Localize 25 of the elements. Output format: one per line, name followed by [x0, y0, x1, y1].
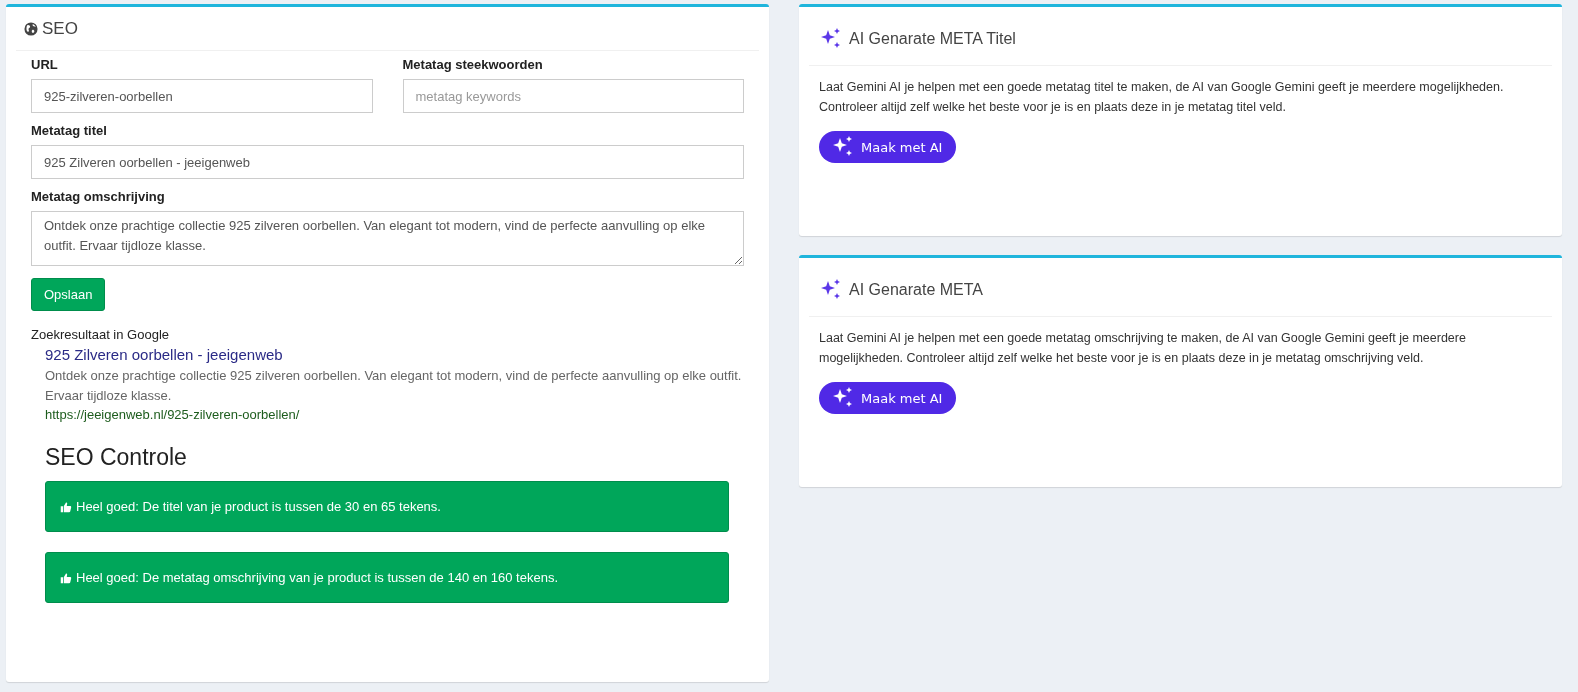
panel-title: AI Genarate META	[849, 281, 983, 299]
result-description: Ontdek onze prachtige collectie 925 zilveren oorbellen. Van elegant tot modern, vind de perfecte aanvulling op elke outfit. Ervaar tijdloze klasse.	[45, 367, 743, 405]
preview-heading: Zoekresultaat in Google	[31, 327, 171, 342]
generate-button[interactable]: Maak met AI	[819, 382, 957, 414]
alert-message: Heel goed: De metatag omschrijving van je product is tussen de 140 en 160 tekens.	[45, 552, 729, 603]
field-label: URL	[31, 57, 59, 72]
generate-button[interactable]: Maak met AI	[819, 131, 957, 163]
text-area[interactable]: Ontdek onze prachtige collectie 925 zilveren oorbellen. Van elegant tot modern, vind de perfecte aanvulling op elke outfit. Ervaar tijdloze klasse.	[31, 211, 744, 266]
field-label: Metatag steekwoorden	[402, 57, 544, 72]
globe-icon	[24, 22, 38, 36]
panel-description: Laat Gemini AI je helpen met een goede metatag titel te maken, de AI van Google Gemini geeft je meerdere mogelijkheden. Controleer altijd zelf welke het beste voor je is en plaats deze in je metatag titel veld.	[819, 79, 1505, 116]
panel-description: Laat Gemini AI je helpen met een goede metatag omschrijving te maken, de AI van Google Gemini geeft je meerdere mogelijkheden. Controleer altijd zelf welke het beste voor je is en plaats deze in je metatag omschrijving veld.	[819, 330, 1467, 367]
input-field[interactable]: metatag keywords	[402, 79, 744, 113]
input-field[interactable]: 925-zilveren-oorbellen	[31, 79, 373, 113]
section-heading: SEO Controle	[45, 444, 188, 471]
panel-title: AI Genarate META Titel	[849, 30, 1016, 48]
thumbs-up-icon	[60, 500, 72, 513]
result-url: https://jeeigenweb.nl/925-zilveren-oorbellen/	[45, 407, 301, 422]
thumbs-up-icon	[60, 571, 72, 584]
panel-title: SEO	[42, 19, 78, 39]
alert-message: Heel goed: De titel van je product is tussen de 30 en 65 tekens.	[45, 481, 729, 532]
field-label: Metatag titel	[31, 123, 108, 138]
field-label: Metatag omschrijving	[31, 189, 166, 204]
input-field[interactable]: 925 Zilveren oorbellen - jeeigenweb	[31, 145, 744, 179]
result-title[interactable]: 925 Zilveren oorbellen - jeeigenweb	[45, 346, 744, 363]
